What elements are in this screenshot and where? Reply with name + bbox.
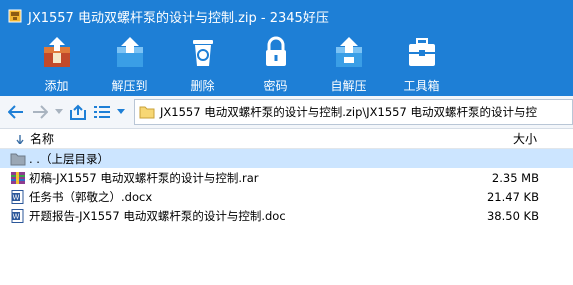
add-button[interactable]: 添加 <box>20 32 93 94</box>
size-column-label: 大小 <box>512 132 537 146</box>
arrow-right-icon <box>33 105 48 119</box>
file-list-empty-area <box>0 225 573 285</box>
folder-icon <box>139 105 155 119</box>
arrow-left-icon <box>8 105 23 119</box>
add-archive-icon <box>39 34 75 70</box>
delete-button[interactable]: 删除 <box>166 32 239 94</box>
recycle-bin-icon <box>185 34 221 70</box>
forward-button[interactable] <box>30 101 50 123</box>
folder-icon <box>10 152 26 166</box>
file-size: 2.35 MB <box>491 170 539 185</box>
path-field[interactable]: JX1557 电动双螺杆泵的设计与控制.zip\JX1557 电动双螺杆泵的设计… <box>134 99 573 125</box>
file-name: . .（上层目录） <box>29 151 109 166</box>
window-title: JX1557 电动双螺杆泵的设计与控制.zip - 2345好压 <box>28 10 329 26</box>
file-name: 开题报告-JX1557 电动双螺杆泵的设计与控制.doc <box>29 208 286 223</box>
view-mode-dropdown-button[interactable] <box>116 101 126 123</box>
lock-icon <box>258 34 294 70</box>
app-logo-icon <box>8 9 22 23</box>
rar-file-icon <box>10 171 26 185</box>
history-dropdown-button[interactable] <box>54 101 64 123</box>
up-folder-icon <box>70 104 86 120</box>
file-size: 21.47 KB <box>486 189 539 204</box>
file-name: 任务书（郭敬之）.docx <box>29 189 153 204</box>
add-label: 添加 <box>44 79 69 93</box>
self-extract-button[interactable]: 自解压 <box>312 32 385 94</box>
file-list-header: 名称 大小 <box>0 129 573 149</box>
extract-to-icon <box>112 34 148 70</box>
word-document-icon: W <box>10 208 26 223</box>
path-text: JX1557 电动双螺杆泵的设计与控制.zip\JX1557 电动双螺杆泵的设计… <box>160 105 537 119</box>
back-button[interactable] <box>6 101 26 123</box>
toolbox-button[interactable]: 工具箱 <box>385 32 458 94</box>
svg-text:W: W <box>13 193 20 201</box>
name-column-header[interactable]: 名称 <box>0 130 477 147</box>
sort-arrow-icon <box>16 134 24 144</box>
view-mode-button[interactable] <box>92 101 112 123</box>
word-document-icon: W <box>10 189 26 204</box>
list-view-icon <box>94 106 110 118</box>
title-bar: JX1557 电动双螺杆泵的设计与控制.zip - 2345好压 <box>0 0 573 32</box>
toolbox-icon <box>404 34 440 70</box>
svg-text:W: W <box>13 212 20 220</box>
toolbox-label: 工具箱 <box>403 79 440 93</box>
file-row[interactable]: W 开题报告-JX1557 电动双螺杆泵的设计与控制.doc 38.50 KB <box>0 206 573 225</box>
chevron-down-icon <box>117 109 125 114</box>
delete-label: 删除 <box>190 79 215 93</box>
file-row[interactable]: W 任务书（郭敬之）.docx 21.47 KB <box>0 187 573 206</box>
size-column-header[interactable]: 大小 <box>477 130 573 147</box>
main-toolbar: 添加 解压到 删除 密码 自解压 工具箱 <box>0 32 573 96</box>
file-size: 38.50 KB <box>486 208 539 223</box>
file-row-parent[interactable]: . .（上层目录） <box>0 149 573 168</box>
chevron-down-icon <box>55 109 63 114</box>
extract-to-button[interactable]: 解压到 <box>93 32 166 94</box>
extract-to-label: 解压到 <box>111 79 148 93</box>
self-extract-icon <box>331 34 367 70</box>
name-column-label: 名称 <box>30 132 55 146</box>
file-row[interactable]: 初稿-JX1557 电动双螺杆泵的设计与控制.rar 2.35 MB <box>0 168 573 187</box>
file-name: 初稿-JX1557 电动双螺杆泵的设计与控制.rar <box>29 170 259 185</box>
password-button[interactable]: 密码 <box>239 32 312 94</box>
navigation-bar: JX1557 电动双螺杆泵的设计与控制.zip\JX1557 电动双螺杆泵的设计… <box>0 96 573 129</box>
password-label: 密码 <box>263 79 288 93</box>
up-folder-button[interactable] <box>68 101 88 123</box>
self-extract-label: 自解压 <box>330 79 367 93</box>
